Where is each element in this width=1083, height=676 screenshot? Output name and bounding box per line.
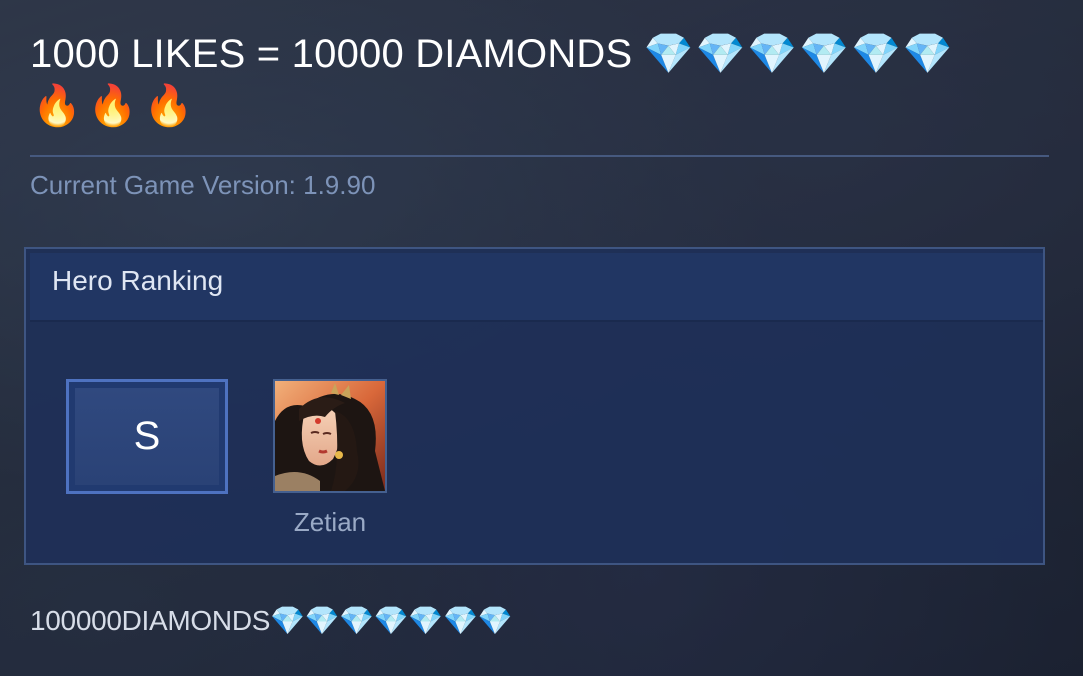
panel-title: Hero Ranking bbox=[52, 265, 224, 296]
tier-label: S bbox=[133, 414, 161, 458]
hero-ranking-panel: Hero Ranking S Zetian bbox=[24, 247, 1045, 565]
fire-emoji-row: 🔥🔥🔥 bbox=[32, 84, 200, 128]
hero-portrait-icon[interactable] bbox=[273, 379, 387, 493]
footer-text: 100000DIAMONDS💎💎💎💎💎💎💎 bbox=[30, 605, 513, 636]
post-title: 1000 LIKES = 10000 DIAMONDS 💎💎💎💎💎💎 bbox=[30, 28, 1050, 80]
panel-header: Hero Ranking bbox=[30, 253, 1043, 322]
zetian-portrait-art bbox=[275, 381, 385, 491]
divider bbox=[30, 155, 1049, 157]
diamond-emoji-row: 💎💎💎💎💎💎 bbox=[643, 32, 955, 76]
title-text: 1000 LIKES = 10000 DIAMONDS bbox=[30, 32, 633, 76]
game-version: Current Game Version: 1.9.90 bbox=[30, 170, 376, 200]
tier-badge: S bbox=[66, 379, 228, 494]
hero-name: Zetian bbox=[293, 507, 367, 537]
hero-card[interactable]: Zetian bbox=[272, 379, 388, 538]
